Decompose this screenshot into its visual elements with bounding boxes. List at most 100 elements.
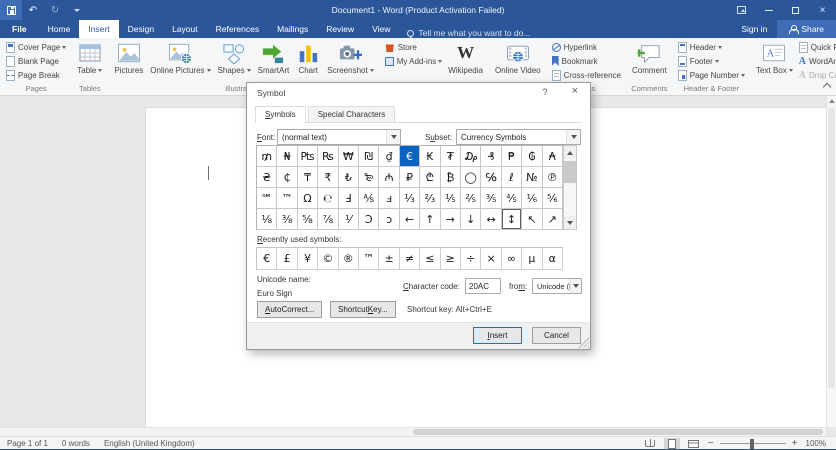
page-number-button[interactable]: Page Number	[676, 68, 747, 82]
customize-qat-button[interactable]	[66, 0, 88, 20]
wordart-button[interactable]: A WordArt	[797, 54, 836, 68]
help-button[interactable]: ?	[538, 87, 552, 97]
symbol-cell[interactable]: ₭	[420, 146, 441, 167]
smartart-button[interactable]: SmartArt	[255, 40, 293, 75]
zoom-out-button[interactable]: −	[708, 438, 714, 449]
symbol-cell[interactable]: ₰	[481, 146, 502, 167]
store-button[interactable]: Store	[383, 40, 419, 54]
symbol-cell[interactable]: →	[440, 209, 461, 230]
web-layout-button[interactable]	[686, 438, 702, 450]
word-count[interactable]: 0 words	[55, 439, 97, 448]
symbol-cell[interactable]: ↕	[501, 209, 523, 230]
horizontal-scrollbar-thumb[interactable]	[413, 429, 823, 435]
symbol-cell[interactable]: ℠	[257, 188, 278, 209]
symbol-cell[interactable]: €	[399, 146, 421, 167]
chart-button[interactable]: Chart	[293, 40, 323, 75]
symbol-cell[interactable]: ℮	[318, 188, 339, 209]
symbol-cell[interactable]: ₲	[522, 146, 543, 167]
recent-symbol-cell[interactable]: ®	[338, 248, 359, 270]
symbol-cell[interactable]: Ↄ	[358, 209, 380, 230]
footer-button[interactable]: Footer	[676, 54, 721, 68]
symbol-cell[interactable]: ⅚	[542, 188, 563, 209]
dialog-title-bar[interactable]: Symbol ? ×	[247, 83, 590, 105]
zoom-slider[interactable]	[719, 438, 786, 450]
recent-symbol-cell[interactable]: ∞	[501, 248, 523, 270]
ribbon-tab[interactable]: References	[207, 20, 268, 38]
symbol-cell[interactable]: ℗	[542, 167, 563, 188]
symbol-cell[interactable]: ℅	[481, 167, 502, 188]
symbol-cell[interactable]: ₽	[399, 167, 421, 188]
table-button[interactable]: Table	[74, 40, 105, 75]
symbol-cell[interactable]: ←	[399, 209, 421, 230]
zoom-in-button[interactable]: +	[792, 438, 798, 449]
symbol-cell[interactable]: ⅕	[440, 188, 461, 209]
page-break-button[interactable]: Page Break	[4, 68, 62, 82]
comment-button[interactable]: Comment	[629, 40, 670, 75]
symbol-cell[interactable]: ₺	[338, 167, 359, 188]
tell-me-box[interactable]: Tell me what you want to do...	[399, 28, 530, 40]
hyperlink-button[interactable]: Hyperlink	[550, 40, 599, 54]
tab-symbols[interactable]: Symbols	[255, 106, 306, 123]
symbol-cell[interactable]: ₿	[440, 167, 461, 188]
symbol-cell[interactable]: ↖	[522, 209, 543, 230]
cross-reference-button[interactable]: Cross-reference	[550, 68, 623, 82]
online-video-button[interactable]: Online Video	[492, 40, 544, 75]
symbol-cell[interactable]: ⅟	[338, 209, 359, 230]
symbol-cell[interactable]: ₻	[358, 167, 380, 188]
symbol-cell[interactable]: ⅘	[501, 188, 523, 209]
recent-symbol-cell[interactable]: ±	[379, 248, 400, 270]
shapes-button[interactable]: Shapes	[215, 40, 254, 75]
horizontal-scrollbar[interactable]	[0, 427, 826, 436]
symbol-cell[interactable]: ⅙	[522, 188, 543, 209]
undo-button[interactable]: ↶	[22, 0, 44, 20]
symbol-cell[interactable]: ⅎ	[379, 188, 400, 209]
ribbon-tab[interactable]: Layout	[163, 20, 207, 38]
page-count[interactable]: Page 1 of 1	[0, 439, 55, 448]
symbol-cell[interactable]: ₹	[318, 167, 339, 188]
symbol-cell[interactable]: ₮	[440, 146, 461, 167]
symbol-cell[interactable]: ⅔	[420, 188, 441, 209]
wikipedia-button[interactable]: W Wikipedia	[445, 40, 486, 75]
symbol-cell[interactable]: Ⅎ	[338, 188, 359, 209]
symbol-cell[interactable]: ₳	[542, 146, 563, 167]
symbol-cell[interactable]: ⅝	[297, 209, 319, 230]
symbol-cell[interactable]: ₥	[257, 146, 278, 167]
recent-symbol-cell[interactable]: €	[257, 248, 278, 270]
symbol-cell[interactable]: ₫	[379, 146, 400, 167]
minimize-button[interactable]	[755, 0, 782, 20]
ribbon-tab[interactable]: File	[0, 20, 39, 38]
restore-button[interactable]	[782, 0, 809, 20]
print-layout-button[interactable]	[663, 437, 680, 450]
subset-dropdown[interactable]: Currency Symbols	[456, 129, 581, 145]
recent-symbol-cell[interactable]: ¥	[297, 248, 319, 270]
close-button[interactable]: ×	[809, 0, 836, 20]
header-button[interactable]: Header	[676, 40, 724, 54]
symbol-cell[interactable]: ↓	[460, 209, 482, 230]
ribbon-tab[interactable]: Review	[317, 20, 363, 38]
recent-symbol-cell[interactable]: ≤	[420, 248, 441, 270]
cancel-button[interactable]: Cancel	[532, 327, 581, 344]
recent-symbol-cell[interactable]: α	[542, 248, 563, 270]
vertical-scrollbar[interactable]	[826, 96, 836, 427]
symbol-cell[interactable]: ₩	[338, 146, 359, 167]
tab-special-characters[interactable]: Special Characters	[307, 106, 396, 122]
symbol-cell[interactable]: ↄ	[379, 209, 400, 230]
autocorrect-button[interactable]: AutoCorrect...	[257, 301, 323, 318]
read-mode-button[interactable]	[642, 438, 658, 450]
symbol-cell[interactable]: ↑	[420, 209, 441, 230]
save-button[interactable]	[0, 0, 22, 20]
symbol-cell[interactable]: ₧	[297, 146, 319, 167]
ribbon-tab[interactable]: Design	[119, 20, 163, 38]
symbol-cell[interactable]: ⅖	[460, 188, 482, 209]
dialog-close-button[interactable]: ×	[567, 85, 583, 97]
blank-page-button[interactable]: Blank Page	[4, 54, 61, 68]
recent-symbol-cell[interactable]: ©	[318, 248, 339, 270]
recent-symbol-cell[interactable]: ≥	[440, 248, 461, 270]
ribbon-tab[interactable]: View	[363, 20, 399, 38]
pictures-button[interactable]: Pictures	[111, 40, 146, 75]
recent-symbol-cell[interactable]: ×	[481, 248, 502, 270]
symbol-cell[interactable]: ₪	[358, 146, 380, 167]
recent-symbol-cell[interactable]: µ	[522, 248, 543, 270]
language-indicator[interactable]: English (United Kingdom)	[97, 439, 202, 448]
symbol-cell[interactable]: ₯	[460, 146, 482, 167]
